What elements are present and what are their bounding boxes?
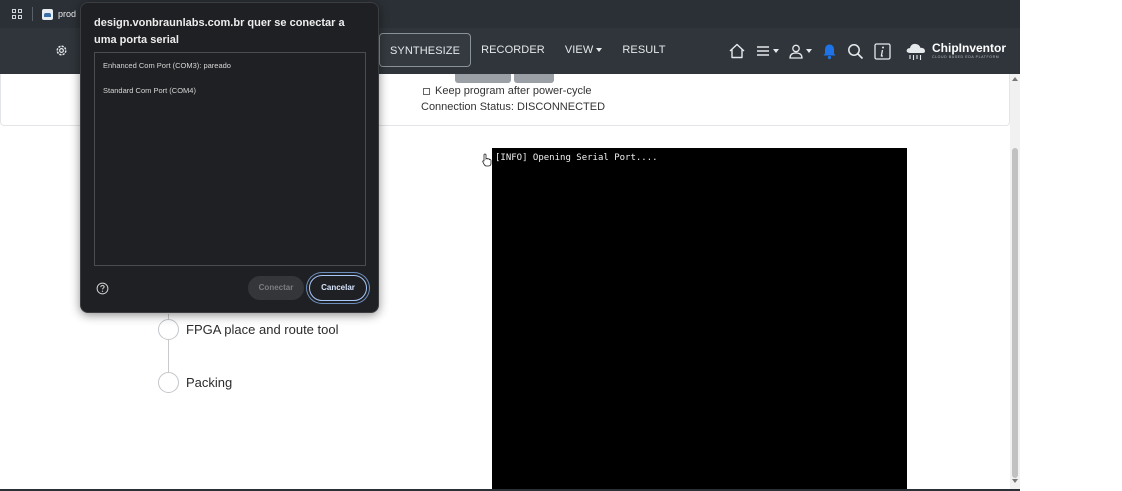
- port-option[interactable]: Standard Com Port (COM4): [95, 78, 365, 103]
- nav-item-label: SYNTHESIZE: [390, 45, 461, 57]
- brand-name: ChipInventor: [932, 41, 1006, 55]
- info-icon: [874, 42, 891, 60]
- nav-item-synthesize[interactable]: SYNTHESIZE: [379, 33, 472, 67]
- cancel-button[interactable]: Cancelar: [309, 275, 367, 301]
- dialog-title: design.vonbraunlabs.com.br quer se conec…: [94, 17, 345, 46]
- port-option[interactable]: Enhanced Com Port (COM3): pareado: [95, 53, 365, 78]
- keep-program-label: Keep program after power-cycle: [435, 85, 592, 97]
- menu-icon: [757, 46, 769, 56]
- brand-tagline: CLOUD BASED EDA PLATFORM: [932, 55, 1000, 59]
- home-button[interactable]: [728, 40, 746, 62]
- nav-item-result[interactable]: RESULT: [612, 33, 675, 67]
- step-circle-icon: [158, 372, 179, 393]
- home-icon: [729, 43, 745, 59]
- nav-icon-group: [728, 40, 901, 62]
- connection-status: Connection Status: DISCONNECTED: [421, 101, 606, 113]
- help-icon[interactable]: [96, 282, 109, 295]
- nav-item-view[interactable]: VIEW: [555, 33, 613, 67]
- nav-menu: SYNTHESIZE RECORDER VIEW RESULT: [379, 33, 676, 67]
- nav-item-label: RECORDER: [481, 44, 545, 56]
- flow-step[interactable]: FPGA place and route tool: [158, 319, 338, 340]
- user-icon: [789, 44, 803, 59]
- nav-item-label: RESULT: [622, 44, 666, 56]
- tab-favicon-icon: [42, 8, 53, 20]
- bell-icon: [823, 44, 836, 59]
- secondary-button[interactable]: [514, 74, 554, 83]
- serial-port-dialog: design.vonbraunlabs.com.br quer se conec…: [80, 2, 379, 313]
- tab-groups-icon[interactable]: [12, 9, 22, 19]
- brand-text: ChipInventor CLOUD BASED EDA PLATFORM: [932, 42, 1006, 60]
- flow-step[interactable]: Packing: [158, 372, 232, 393]
- program-button[interactable]: [455, 74, 511, 83]
- screen: prod SYNTHESIZE RECORDER VIEW RESULT Chi…: [0, 0, 1122, 491]
- browser-tab-label[interactable]: prod: [58, 9, 76, 19]
- tab-divider: [32, 7, 33, 21]
- terminal-line: [INFO] Opening Serial Port....: [495, 153, 658, 163]
- caret-down-icon: [773, 49, 779, 53]
- scroll-up-arrow-icon[interactable]: [1012, 77, 1018, 81]
- serial-terminal[interactable]: [INFO] Opening Serial Port....: [492, 148, 907, 491]
- connect-button[interactable]: Conectar: [248, 276, 304, 300]
- keep-program-checkbox[interactable]: [423, 87, 430, 95]
- page-scrollbar[interactable]: [1010, 74, 1020, 489]
- user-dropdown-button[interactable]: [789, 40, 812, 62]
- cloud-logo-icon: [906, 43, 925, 60]
- info-button[interactable]: [874, 40, 891, 62]
- flow-step-label: Packing: [186, 375, 233, 390]
- notifications-button[interactable]: [822, 40, 837, 62]
- scroll-down-arrow-icon[interactable]: [1012, 479, 1018, 483]
- gear-icon[interactable]: [55, 44, 68, 57]
- scroll-thumb[interactable]: [1012, 148, 1018, 478]
- serial-port-list[interactable]: Enhanced Com Port (COM3): pareado Standa…: [94, 52, 366, 266]
- menu-dropdown-button[interactable]: [756, 40, 779, 62]
- search-button[interactable]: [847, 40, 864, 62]
- caret-down-icon: [596, 48, 603, 53]
- flow-step-label: FPGA place and route tool: [186, 322, 339, 337]
- step-circle-icon: [158, 319, 179, 340]
- search-icon: [848, 43, 864, 59]
- nav-item-label: VIEW: [564, 44, 594, 56]
- caret-down-icon: [806, 49, 812, 53]
- brand-logo[interactable]: ChipInventor CLOUD BASED EDA PLATFORM: [905, 39, 1006, 63]
- nav-item-recorder[interactable]: RECORDER: [471, 33, 555, 67]
- hand-cursor-icon: [482, 153, 492, 167]
- keep-program-row: Keep program after power-cycle: [423, 85, 592, 97]
